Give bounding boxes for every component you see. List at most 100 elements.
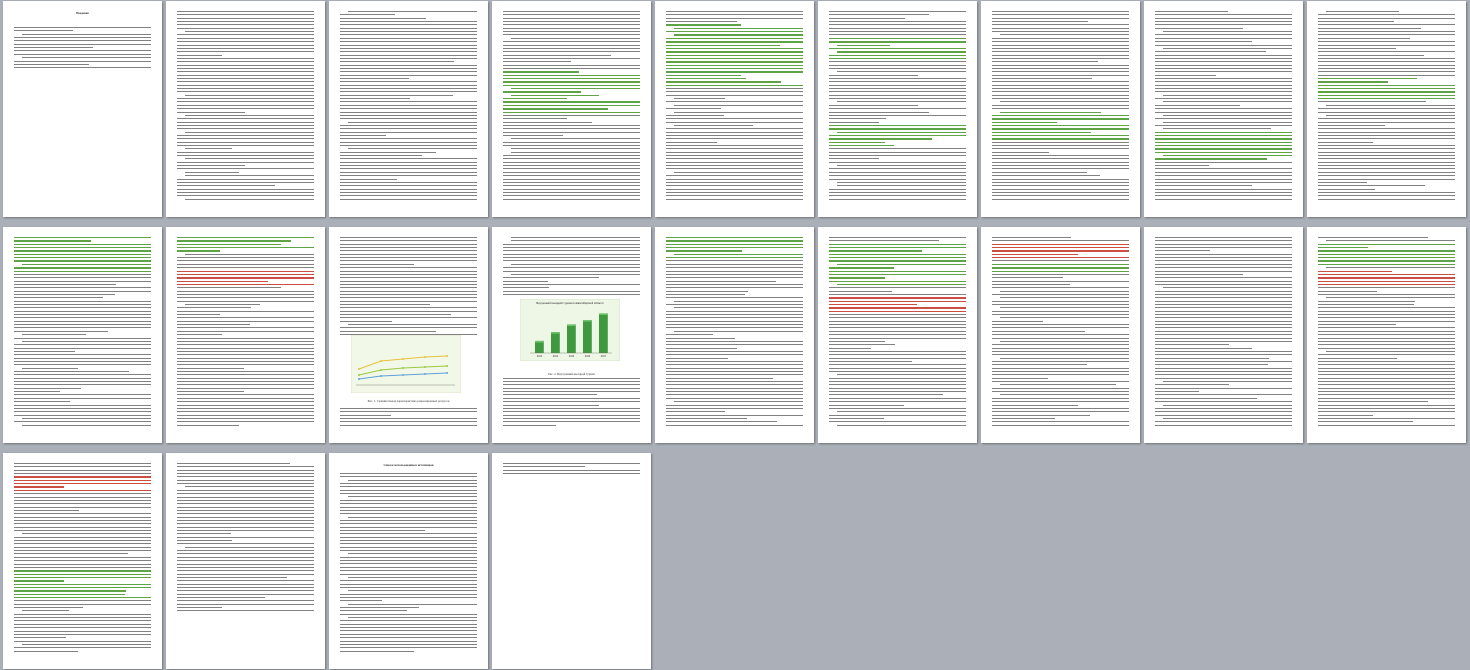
text-line [503, 74, 640, 77]
text-line [14, 506, 151, 508]
text-line [829, 81, 966, 83]
text-line [340, 61, 455, 63]
text-line [1155, 391, 1200, 393]
text-line [503, 181, 640, 183]
text-line [14, 60, 151, 62]
text-line [1318, 121, 1455, 123]
page-thumbnail-20[interactable] [166, 453, 325, 669]
page-thumbnail-10[interactable] [3, 227, 162, 443]
page-thumbnail-18[interactable] [1307, 227, 1466, 443]
page-thumbnail-16[interactable] [981, 227, 1140, 443]
line-chart-figure [351, 335, 461, 393]
text-line [340, 108, 477, 110]
text-line [992, 41, 1129, 43]
page-thumbnail-17[interactable] [1144, 227, 1303, 443]
page-thumbnail-13[interactable]: Внутренний въездной туризм в Новосибирск… [492, 227, 651, 443]
text-line [340, 620, 477, 622]
page-thumbnail-2[interactable] [166, 1, 325, 217]
text-line [177, 67, 314, 69]
text-line [340, 529, 426, 531]
text-line [340, 600, 382, 602]
page-thumbnail-22[interactable] [492, 453, 651, 669]
page-thumbnail-8[interactable] [1144, 1, 1303, 217]
text-line [340, 503, 477, 505]
text-line [177, 17, 314, 19]
text-line [829, 357, 966, 359]
text-line [340, 131, 477, 133]
text-line [829, 108, 966, 110]
text-line [992, 91, 1129, 93]
page-thumbnail-14[interactable] [655, 227, 814, 443]
chart-point [446, 365, 448, 367]
text-line [666, 158, 803, 160]
text-line [829, 391, 966, 393]
page-thumbnail-19[interactable] [3, 453, 162, 669]
text-line [177, 364, 314, 366]
text-line [177, 270, 314, 272]
page-thumbnail-12[interactable]: Рис. 1. Сравнительная характеристика рек… [329, 227, 488, 443]
text-line [14, 469, 151, 471]
text-line [503, 267, 640, 269]
text-line [1318, 175, 1455, 177]
text-line [1318, 243, 1455, 246]
text-line [1318, 31, 1455, 33]
text-line [1155, 141, 1292, 144]
text-line [503, 111, 640, 113]
text-line [177, 394, 314, 396]
text-line [1163, 101, 1292, 103]
text-line [177, 300, 314, 302]
text-line [340, 198, 477, 200]
text-line [177, 543, 314, 545]
text-line [177, 533, 231, 535]
text-line [177, 603, 314, 605]
text-line [829, 377, 966, 379]
text-line [829, 260, 966, 262]
text-line [14, 407, 151, 409]
text-line [666, 91, 803, 93]
chart-point [380, 369, 382, 371]
page-thumbnail-7[interactable] [981, 1, 1140, 217]
text-line [340, 300, 477, 302]
text-line [1318, 57, 1455, 59]
text-line [666, 411, 726, 413]
text-line [177, 590, 314, 592]
text-line [666, 344, 803, 346]
text-line [340, 573, 477, 575]
text-line [829, 41, 966, 43]
text-line [177, 290, 314, 292]
text-line [829, 340, 885, 342]
text-line [1318, 334, 1455, 336]
page-thumbnail-15[interactable] [818, 227, 977, 443]
text-line [666, 145, 803, 146]
text-line [1000, 340, 1129, 342]
text-line [837, 424, 966, 426]
page-thumbnail-6[interactable] [818, 1, 977, 217]
text-line [1155, 387, 1292, 389]
text-line [340, 81, 477, 83]
text-line [185, 171, 239, 173]
text-line [829, 237, 966, 238]
text-line [1318, 293, 1455, 295]
text-line [340, 37, 477, 39]
text-line [1318, 195, 1455, 197]
text-line [829, 394, 943, 396]
text-line [992, 260, 1129, 262]
page-thumbnail-4[interactable] [492, 1, 651, 217]
text-line [340, 560, 477, 562]
text-line [992, 47, 1129, 49]
text-line [829, 327, 966, 329]
page-thumbnail-11[interactable] [166, 227, 325, 443]
page-thumbnail-3[interactable] [329, 1, 488, 217]
text-line [992, 310, 1129, 312]
text-line [829, 91, 966, 93]
page-thumbnail-1[interactable]: Введение [3, 1, 162, 217]
text-line [1155, 178, 1292, 180]
text-line [22, 33, 151, 35]
page-thumbnail-5[interactable] [655, 1, 814, 217]
page-thumbnail-21[interactable]: Список использованных источников [329, 453, 488, 669]
text-line [14, 314, 151, 316]
page-thumbnail-9[interactable] [1307, 1, 1466, 217]
text-line [511, 151, 640, 153]
text-line [992, 195, 1129, 197]
text-line [177, 78, 314, 79]
